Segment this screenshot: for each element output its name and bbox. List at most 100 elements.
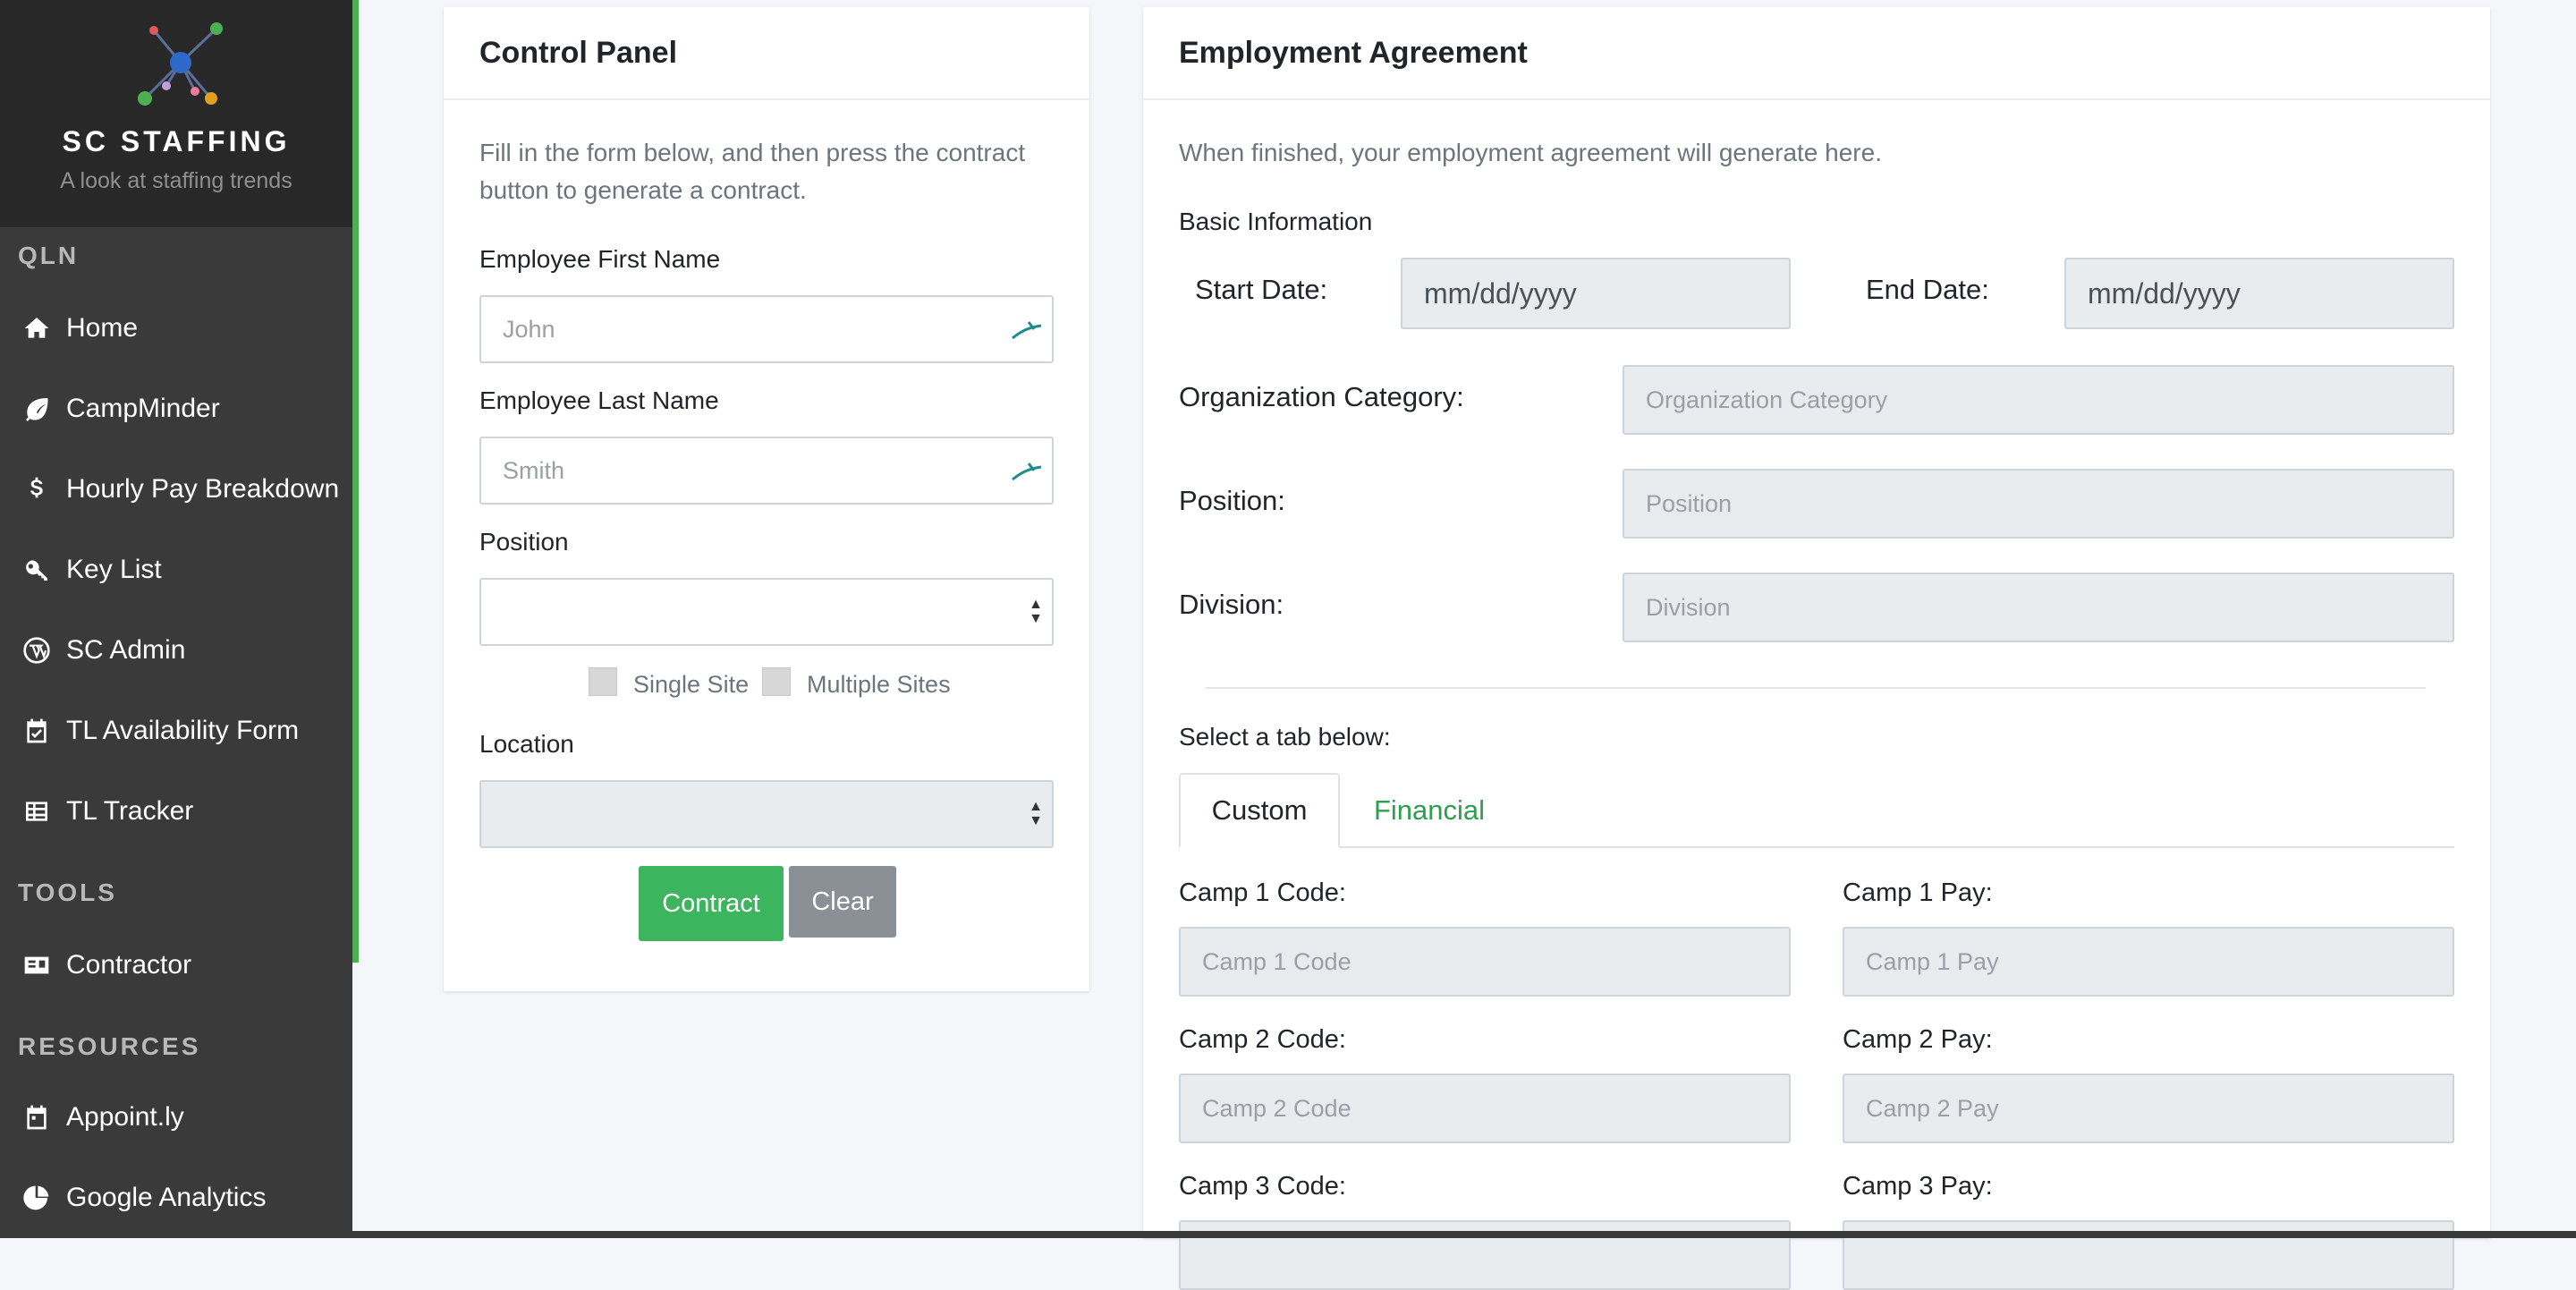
sidebar-item-tl-tracker[interactable]: TL Tracker — [0, 780, 352, 843]
key-icon — [21, 555, 52, 585]
tab-custom[interactable]: Custom — [1179, 773, 1340, 848]
agreement-intro: When finished, your employment agreement… — [1179, 139, 1882, 166]
control-panel-title: Control Panel — [444, 7, 1089, 100]
nav-section-resources: RESOURCES — [18, 1032, 201, 1060]
camp-2-pay-label: Camp 2 Pay: — [1843, 1025, 1993, 1054]
select-tab-label: Select a tab below: — [1179, 723, 1391, 751]
employment-agreement-card: Employment Agreement When finished, your… — [1143, 7, 2490, 1290]
position-label: Position — [479, 528, 569, 556]
last-name-placeholder: Smith — [503, 456, 565, 484]
sidebar-item-label: SC Admin — [66, 635, 186, 665]
sidebar-item-google-analytics[interactable]: Google Analytics — [0, 1167, 352, 1229]
sidebar-item-label: Home — [66, 313, 139, 343]
brand-subtitle: A look at staffing trends — [60, 168, 292, 193]
sidebar-item-label: Google Analytics — [66, 1183, 267, 1212]
position-field-placeholder: Position — [1646, 489, 1733, 517]
brand-title: SC STAFFING — [62, 125, 291, 157]
calendar-icon — [21, 1102, 52, 1133]
select-arrows-icon: ▲ ▼ — [1029, 597, 1043, 626]
pie-chart-icon — [21, 1183, 52, 1213]
sidebar-item-label: Hourly Pay Breakdown — [66, 474, 340, 504]
employment-agreement-title: Employment Agreement — [1143, 7, 2490, 100]
first-name-label: Employee First Name — [479, 245, 721, 273]
contract-button[interactable]: Contract — [639, 866, 784, 941]
network-logo-icon — [138, 22, 223, 106]
start-date-placeholder: mm/dd/yyyy — [1424, 276, 1577, 310]
multiple-sites-checkbox[interactable] — [762, 667, 791, 696]
sidebar-item-label: Appoint.ly — [66, 1102, 184, 1132]
start-date-input[interactable]: mm/dd/yyyy — [1401, 258, 1791, 329]
division-placeholder: Division — [1646, 593, 1731, 621]
home-icon — [21, 313, 52, 344]
dollar-icon — [21, 474, 52, 505]
autofill-icon — [1012, 463, 1042, 481]
basic-info-label: Basic Information — [1179, 208, 1373, 235]
multiple-sites-label: Multiple Sites — [807, 671, 951, 698]
camp-1-pay-placeholder: Camp 1 Pay — [1866, 947, 1999, 975]
camp-3-pay-label: Camp 3 Pay: — [1843, 1172, 1993, 1201]
org-category-input[interactable]: Organization Category — [1623, 365, 2454, 435]
position-select[interactable]: ▲ ▼ — [479, 578, 1054, 646]
sidebar-item-label: TL Tracker — [66, 796, 194, 826]
sidebar-item-contractor[interactable]: Contractor — [0, 934, 352, 997]
camp-1-pay-label: Camp 1 Pay: — [1843, 878, 1993, 907]
division-input[interactable]: Division — [1623, 573, 2454, 642]
control-panel-intro: Fill in the form below, and then press t… — [479, 139, 1026, 204]
sidebar-item-label: TL Availability Form — [66, 716, 300, 745]
sidebar-item-sc-admin[interactable]: SC Admin — [0, 619, 352, 682]
brand-header: SC STAFFING A look at staffing trends — [0, 0, 352, 227]
clear-button[interactable]: Clear — [789, 866, 896, 938]
id-card-icon — [21, 950, 52, 980]
first-name-placeholder: John — [503, 315, 555, 343]
sidebar-item-appointly[interactable]: Appoint.ly — [0, 1086, 352, 1149]
camp-2-code-placeholder: Camp 2 Code — [1202, 1094, 1352, 1122]
calendar-check-icon — [21, 716, 52, 746]
camp-1-code-placeholder: Camp 1 Code — [1202, 947, 1352, 975]
single-site-checkbox[interactable] — [589, 667, 617, 696]
last-name-label: Employee Last Name — [479, 386, 719, 414]
last-name-input[interactable]: Smith — [479, 437, 1054, 505]
start-date-label: Start Date: — [1195, 274, 1328, 305]
nav-section-tools: TOOLS — [18, 878, 117, 906]
sidebar-accent-bar — [352, 0, 359, 963]
window-bottom-edge — [0, 1231, 2576, 1238]
select-arrows-icon: ▲ ▼ — [1029, 799, 1043, 828]
org-category-placeholder: Organization Category — [1646, 386, 1888, 413]
sidebar-item-tl-availability[interactable]: TL Availability Form — [0, 700, 352, 762]
autofill-icon — [1012, 321, 1042, 340]
camp-2-code-label: Camp 2 Code: — [1179, 1025, 1346, 1054]
camp-1-code-input[interactable]: Camp 1 Code — [1179, 927, 1791, 997]
camp-2-pay-placeholder: Camp 2 Pay — [1866, 1094, 1999, 1122]
sidebar-item-label: CampMinder — [66, 394, 220, 423]
table-icon — [21, 796, 52, 827]
single-site-label: Single Site — [633, 671, 750, 698]
end-date-input[interactable]: mm/dd/yyyy — [2064, 258, 2454, 329]
sidebar-item-home[interactable]: Home — [0, 297, 352, 360]
leaf-icon — [21, 394, 52, 424]
sidebar-item-label: Contractor — [66, 950, 192, 980]
sidebar-item-campminder[interactable]: CampMinder — [0, 378, 352, 440]
location-label: Location — [479, 730, 574, 758]
section-divider — [1206, 687, 2426, 689]
sidebar: SC STAFFING A look at staffing trends QL… — [0, 0, 352, 1238]
camp-1-pay-input[interactable]: Camp 1 Pay — [1843, 927, 2454, 997]
sidebar-item-label: Key List — [66, 555, 162, 584]
nav-section-qln: QLN — [18, 242, 80, 269]
camp-3-code-label: Camp 3 Code: — [1179, 1172, 1346, 1201]
org-category-label: Organization Category: — [1179, 381, 1464, 412]
sidebar-item-hourly-pay[interactable]: Hourly Pay Breakdown — [0, 458, 352, 521]
location-select[interactable]: ▲ ▼ — [479, 780, 1054, 848]
end-date-label: End Date: — [1866, 274, 1989, 305]
camp-2-code-input[interactable]: Camp 2 Code — [1179, 1074, 1791, 1143]
division-label: Division: — [1179, 589, 1284, 620]
wordpress-icon — [21, 635, 52, 666]
camp-1-code-label: Camp 1 Code: — [1179, 878, 1346, 907]
position-field-label: Position: — [1179, 485, 1285, 516]
tab-financial[interactable]: Financial — [1343, 773, 1515, 848]
first-name-input[interactable]: John — [479, 295, 1054, 363]
camp-2-pay-input[interactable]: Camp 2 Pay — [1843, 1074, 2454, 1143]
position-field-input[interactable]: Position — [1623, 469, 2454, 539]
control-panel-card: Control Panel Fill in the form below, an… — [444, 7, 1089, 991]
sidebar-item-key-list[interactable]: Key List — [0, 539, 352, 601]
end-date-placeholder: mm/dd/yyyy — [2088, 276, 2241, 310]
